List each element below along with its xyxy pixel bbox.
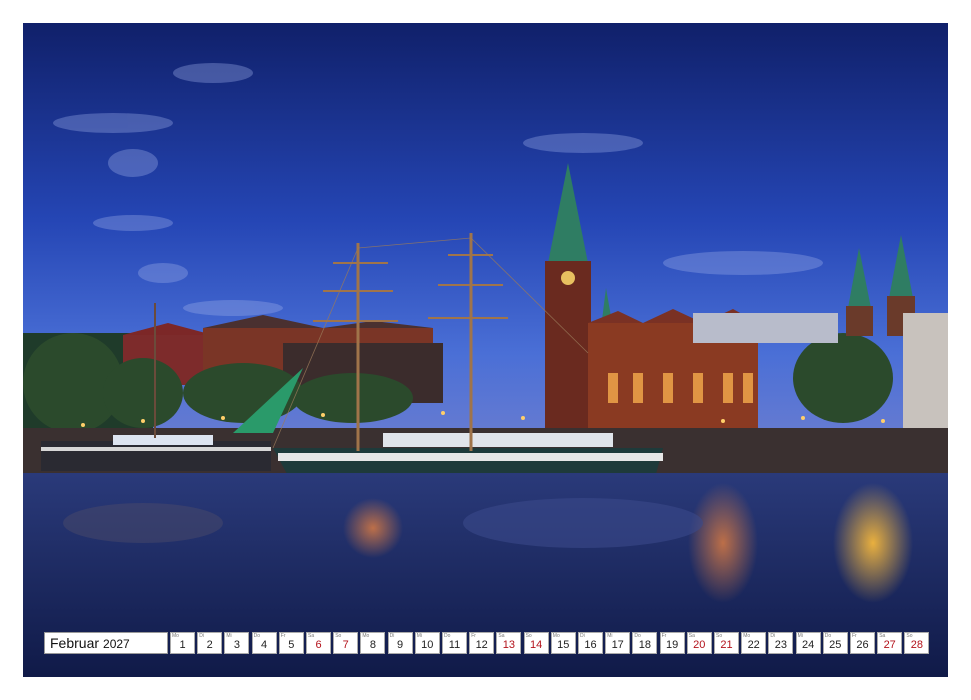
day-number: 20 — [693, 639, 706, 651]
day-number: 5 — [288, 639, 295, 651]
day-cell: Mi 3 — [224, 632, 250, 654]
day-cell: Do 4 — [251, 632, 277, 654]
day-number: 6 — [315, 639, 322, 651]
day-cell: Mo 1 — [170, 632, 195, 654]
day-cell: Fr 5 — [278, 632, 304, 654]
day-number: 21 — [720, 639, 733, 651]
day-number: 22 — [747, 639, 760, 651]
day-number: 27 — [883, 639, 896, 651]
day-number: 26 — [856, 639, 869, 651]
day-number: 28 — [910, 639, 924, 651]
day-number: 4 — [261, 639, 268, 651]
month-label: Februar 2027 — [44, 632, 168, 654]
day-number: 10 — [421, 639, 434, 651]
harbor-photo — [23, 23, 948, 677]
day-cell: Sa 6 — [306, 632, 331, 654]
day-cell: Sa 20 — [686, 632, 712, 654]
day-number: 9 — [397, 639, 404, 651]
day-number: 16 — [584, 639, 597, 651]
day-cell: So 14 — [523, 632, 549, 654]
day-cell: Mi 24 — [795, 632, 821, 654]
day-cell: So 21 — [714, 632, 739, 654]
day-number: 18 — [638, 639, 652, 651]
day-cell: Sa 13 — [496, 632, 522, 654]
calendar-bar: Februar 2027 Mo 1 Di 2 Mi 3 Do 4 Fr 5 Sa 6 So 7 Mo 8 Di 9 M… — [44, 632, 930, 656]
day-number: 25 — [829, 639, 842, 651]
day-cell: Mi 10 — [414, 632, 440, 654]
day-cell: Do 11 — [442, 632, 467, 654]
day-cell: Fr 19 — [659, 632, 685, 654]
day-number: 3 — [233, 639, 240, 651]
day-cell: Fr 26 — [850, 632, 875, 654]
day-cell: Do 25 — [822, 632, 848, 654]
day-number: 7 — [342, 639, 349, 651]
day-cell: So 28 — [904, 632, 930, 654]
day-number: 23 — [774, 639, 788, 651]
day-number: 1 — [179, 639, 186, 651]
day-number: 17 — [611, 639, 624, 651]
day-cell: Mo 8 — [360, 632, 386, 654]
day-cell: So 7 — [333, 632, 359, 654]
day-number: 2 — [206, 639, 213, 651]
day-cell: Mo 22 — [741, 632, 767, 654]
day-cell: Do 18 — [632, 632, 658, 654]
month-name: Februar — [50, 635, 100, 651]
day-cell: Sa 27 — [877, 632, 903, 654]
day-number: 15 — [557, 639, 570, 651]
day-cell: Mo 15 — [550, 632, 576, 654]
day-cell: Di 2 — [197, 632, 223, 654]
year-label: 2027 — [103, 637, 130, 651]
day-number: 19 — [665, 639, 679, 651]
day-number: 14 — [529, 639, 543, 651]
day-cell: Di 9 — [387, 632, 413, 654]
day-cell: Di 23 — [768, 632, 794, 654]
day-cell: Di 16 — [578, 632, 603, 654]
day-number: 12 — [475, 639, 488, 651]
day-number: 11 — [448, 639, 461, 651]
day-cell: Fr 12 — [469, 632, 495, 654]
day-cell: Mi 17 — [605, 632, 631, 654]
day-number: 24 — [801, 639, 815, 651]
day-number: 8 — [369, 639, 376, 651]
day-number: 13 — [502, 639, 516, 651]
